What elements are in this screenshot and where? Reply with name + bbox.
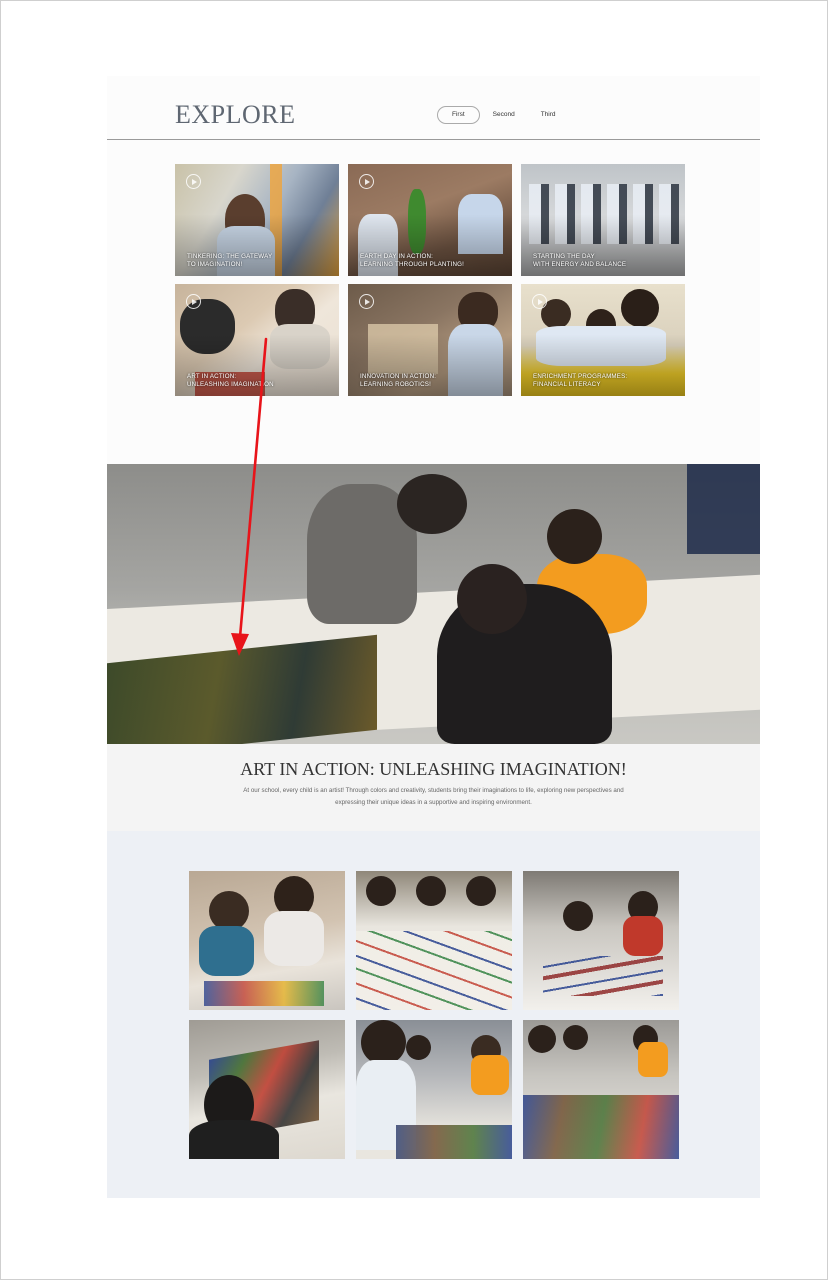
tab-first[interactable]: First xyxy=(437,106,480,124)
video-card-financial-literacy[interactable]: ENRICHMENT PROGRAMMES: FINANCIAL LITERAC… xyxy=(521,284,685,396)
video-card-tinkering[interactable]: TINKERING: THE GATEWAY TO IMAGINATION! xyxy=(175,164,339,276)
play-icon xyxy=(359,294,374,309)
feature-description: At our school, every child is an artist!… xyxy=(243,787,624,806)
explore-page: EXPLORE First Second Third TINKERING: TH… xyxy=(107,76,760,1198)
page-title: EXPLORE xyxy=(175,100,296,129)
gallery-photo[interactable] xyxy=(523,1020,679,1159)
header-divider xyxy=(107,139,760,140)
caption-line-1: ART IN ACTION: xyxy=(187,373,237,380)
gallery-photo[interactable] xyxy=(189,871,345,1010)
video-card-robotics[interactable]: INNOVATION IN ACTION: LEARNING ROBOTICS! xyxy=(348,284,512,396)
caption-line-2: UNLEASHING IMAGINATION xyxy=(187,380,274,388)
tab-third[interactable]: Third xyxy=(528,107,569,123)
caption-line-1: INNOVATION IN ACTION: xyxy=(360,373,437,380)
feature-title: ART IN ACTION: UNLEASHING IMAGINATION! xyxy=(240,759,627,779)
tab-second[interactable]: Second xyxy=(480,107,528,123)
photo-gallery xyxy=(107,831,760,1198)
caption-line-1: ENRICHMENT PROGRAMMES: xyxy=(533,373,628,380)
play-icon xyxy=(186,294,201,309)
caption-line-2: LEARNING THROUGH PLANTING! xyxy=(360,260,465,268)
tab-group: First Second Third xyxy=(437,106,569,124)
play-icon xyxy=(532,294,547,309)
gallery-photo[interactable] xyxy=(189,1020,345,1159)
feature-text-block: ART IN ACTION: UNLEASHING IMAGINATION! A… xyxy=(107,744,760,831)
gallery-photo[interactable] xyxy=(356,871,512,1010)
card-caption: ART IN ACTION: UNLEASHING IMAGINATION xyxy=(187,373,327,388)
caption-line-1: STARTING THE DAY xyxy=(533,253,595,260)
caption-line-2: WITH ENERGY AND BALANCE xyxy=(533,260,627,268)
card-caption: TINKERING: THE GATEWAY TO IMAGINATION! xyxy=(187,253,327,268)
card-caption: STARTING THE DAY WITH ENERGY AND BALANCE xyxy=(533,253,673,268)
play-icon xyxy=(359,174,374,189)
feature-hero-image xyxy=(107,464,760,744)
caption-line-2: LEARNING ROBOTICS! xyxy=(360,380,431,388)
caption-line-2: TO IMAGINATION! xyxy=(187,260,243,268)
caption-line-1: TINKERING: THE GATEWAY xyxy=(187,253,273,260)
caption-line-2: FINANCIAL LITERACY xyxy=(533,380,601,388)
explore-header: EXPLORE First Second Third xyxy=(107,76,760,139)
video-card-art-in-action[interactable]: ART IN ACTION: UNLEASHING IMAGINATION xyxy=(175,284,339,396)
video-card-earth-day[interactable]: EARTH DAY IN ACTION: LEARNING THROUGH PL… xyxy=(348,164,512,276)
caption-line-1: EARTH DAY IN ACTION: xyxy=(360,253,434,260)
video-card-morning-energy[interactable]: STARTING THE DAY WITH ENERGY AND BALANCE xyxy=(521,164,685,276)
gallery-photo[interactable] xyxy=(356,1020,512,1159)
card-caption: EARTH DAY IN ACTION: LEARNING THROUGH PL… xyxy=(360,253,500,268)
card-caption: INNOVATION IN ACTION: LEARNING ROBOTICS! xyxy=(360,373,500,388)
card-caption: ENRICHMENT PROGRAMMES: FINANCIAL LITERAC… xyxy=(533,373,673,388)
play-icon xyxy=(186,174,201,189)
gallery-photo[interactable] xyxy=(523,871,679,1010)
